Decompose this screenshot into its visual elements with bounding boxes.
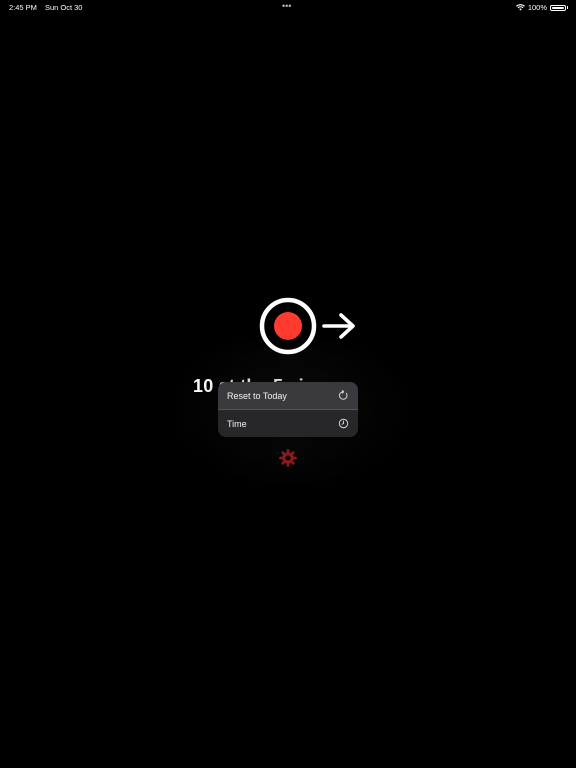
wifi-icon bbox=[515, 4, 525, 11]
gear-icon[interactable] bbox=[278, 448, 298, 468]
menu-item-label: Reset to Today bbox=[227, 390, 287, 401]
menu-item-time[interactable]: Time bbox=[218, 410, 358, 437]
status-left: 2:45 PM Sun Oct 30 bbox=[9, 3, 82, 12]
status-right: 100% bbox=[515, 3, 568, 12]
battery-percent: 100% bbox=[527, 3, 547, 12]
status-time: 2:45 PM bbox=[9, 3, 37, 12]
battery-icon bbox=[550, 4, 566, 11]
battery-cap bbox=[567, 6, 568, 9]
status-bar: 2:45 PM Sun Oct 30 ••• 100% bbox=[0, 0, 576, 14]
status-date: Sun Oct 30 bbox=[44, 3, 83, 12]
clock-icon bbox=[338, 418, 349, 429]
menu-item-reset-to-today[interactable]: Reset to Today bbox=[218, 382, 358, 410]
app-screen: 2:45 PM Sun Oct 30 ••• 100% 10 at the 5 … bbox=[0, 0, 576, 768]
context-menu: Reset to Today Time bbox=[218, 382, 358, 437]
multitask-dots[interactable]: ••• bbox=[282, 1, 291, 11]
record-icon[interactable] bbox=[258, 297, 318, 357]
arrow-right-icon[interactable] bbox=[322, 312, 356, 340]
reset-icon bbox=[339, 390, 348, 400]
menu-item-label: Time bbox=[227, 418, 247, 429]
